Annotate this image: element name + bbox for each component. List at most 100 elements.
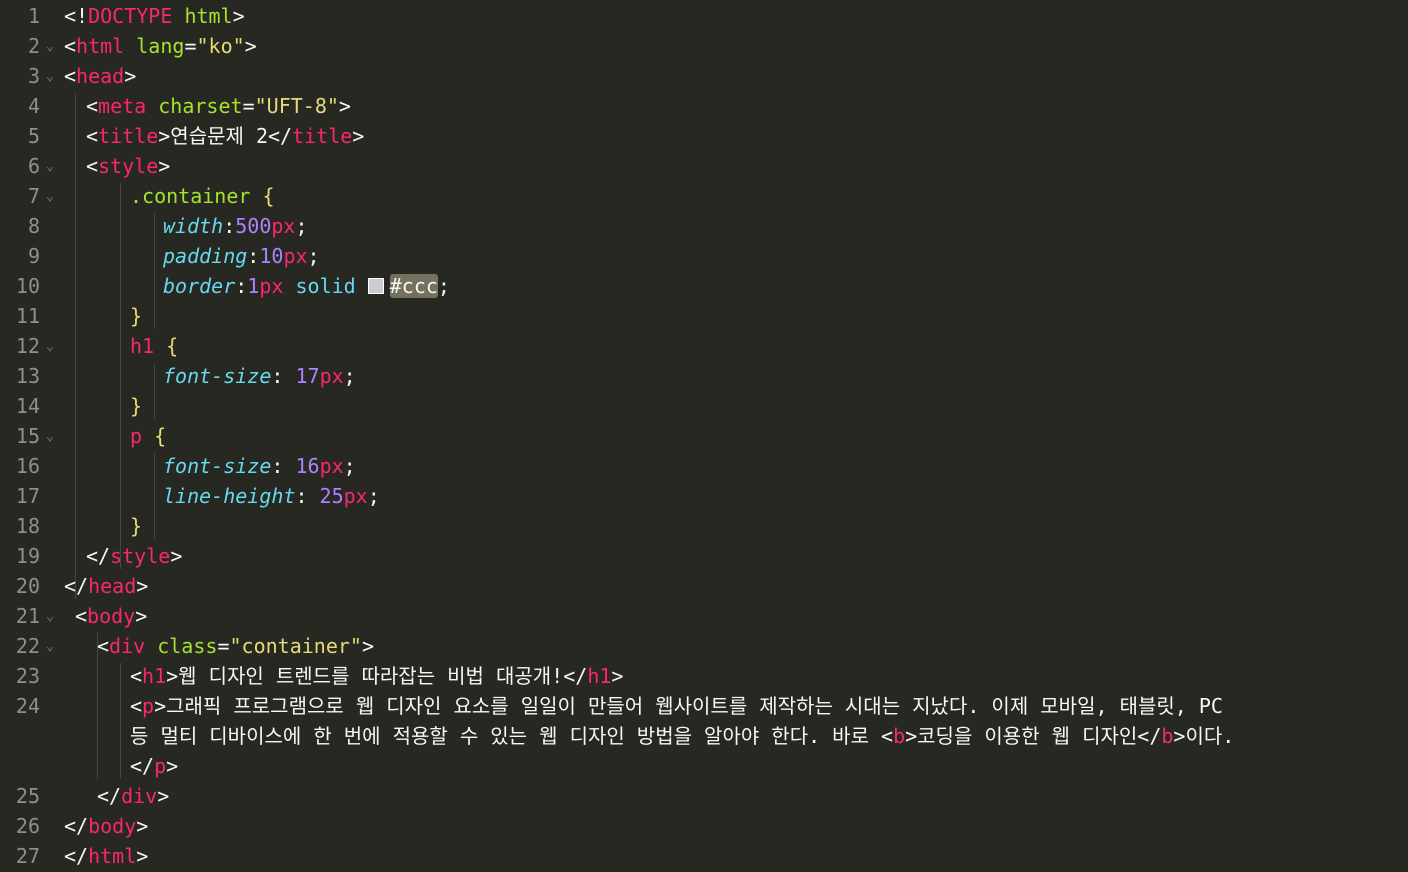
line-number: 25: [15, 784, 40, 808]
code-line[interactable]: 16 font-size: 16px;: [0, 451, 1408, 481]
code-line[interactable]: 22 ⌄ <div class="container">: [0, 631, 1408, 661]
token-attr: charset: [158, 94, 243, 118]
token-p: <: [64, 34, 77, 58]
token-p: <: [86, 124, 99, 148]
token-p: =: [184, 34, 197, 58]
line-number: 18: [15, 514, 40, 538]
code-text: <!DOCTYPE html>: [64, 1, 245, 31]
token-str: "ko": [196, 34, 245, 58]
code-line[interactable]: 26 </body>: [0, 811, 1408, 841]
code-text: <head>: [64, 61, 136, 91]
code-editor[interactable]: 1 <!DOCTYPE html> 2 ⌄ <html lang="ko"> 3 ⌄ <hea…: [0, 0, 1408, 872]
token-attr: html: [184, 4, 233, 28]
token-tag: style: [110, 544, 171, 568]
code-line[interactable]: 20 </head>: [0, 571, 1408, 601]
fold-chevron-icon[interactable]: ⌄: [42, 331, 58, 361]
color-swatch-icon[interactable]: [367, 278, 384, 294]
code-line[interactable]: 8 width:500px;: [0, 211, 1408, 241]
token-unit: px: [259, 274, 284, 298]
code-line[interactable]: 25 </div>: [0, 781, 1408, 811]
token-p: <: [86, 154, 99, 178]
token-p: >그래픽 프로그램으로 웹 디자인 요소를 일일이 만들어 웹사이트를 제작하는…: [154, 694, 1223, 718]
token-tag: div: [109, 634, 146, 658]
code-line[interactable]: 24 <p>그래픽 프로그램으로 웹 디자인 요소를 일일이 만들어 웹사이트를 …: [0, 691, 1408, 721]
code-line[interactable]: 3 ⌄ <head>: [0, 61, 1408, 91]
token-p: =: [217, 634, 230, 658]
token-tag: p: [130, 424, 143, 448]
token-unit: px: [283, 244, 308, 268]
token-p: >: [352, 124, 365, 148]
line-number: 24: [15, 694, 40, 718]
code-text: </head>: [64, 571, 148, 601]
line-number: 1: [27, 4, 40, 28]
code-line[interactable]: 7 ⌄ .container {: [0, 181, 1408, 211]
code-line[interactable]: 19 </style>: [0, 541, 1408, 571]
code-line[interactable]: 17 line-height: 25px;: [0, 481, 1408, 511]
token-unit: px: [343, 484, 368, 508]
token-brace: {: [262, 184, 275, 208]
code-line[interactable]: 15 ⌄ p {: [0, 421, 1408, 451]
token-p: >코딩을 이용한 웹 디자인</: [905, 724, 1162, 748]
token-tag: b: [1161, 724, 1174, 748]
line-number: 21: [15, 604, 40, 628]
code-line[interactable]: 10 border:1px solid #ccc;: [0, 271, 1408, 301]
token-tag: h1: [130, 334, 155, 358]
token-num: 16: [295, 454, 320, 478]
fold-chevron-icon[interactable]: ⌄: [42, 421, 58, 451]
code-text: <meta charset="UFT-8">: [86, 91, 351, 121]
token-p: [250, 184, 262, 208]
code-line[interactable]: 21 ⌄ <body>: [0, 601, 1408, 631]
token-str: "container": [229, 634, 362, 658]
token-prop: border: [163, 274, 236, 298]
fold-chevron-icon[interactable]: ⌄: [42, 61, 58, 91]
fold-chevron-icon[interactable]: ⌄: [42, 151, 58, 181]
line-number: 26: [15, 814, 40, 838]
code-line[interactable]: 11}: [0, 301, 1408, 331]
token-tag: title: [292, 124, 353, 148]
code-line[interactable]: </p>: [0, 751, 1408, 781]
token-unit: px: [319, 454, 344, 478]
token-prop: padding: [163, 244, 248, 268]
fold-chevron-icon[interactable]: ⌄: [42, 31, 58, 61]
code-text: padding:10px;: [163, 241, 320, 271]
token-p: </: [97, 784, 122, 808]
code-line[interactable]: 14}: [0, 391, 1408, 421]
code-text: <body>: [75, 601, 147, 631]
token-p: ;: [343, 364, 356, 388]
code-line[interactable]: 4 <meta charset="UFT-8">: [0, 91, 1408, 121]
token-p: >: [361, 634, 374, 658]
code-line[interactable]: 등 멀티 디바이스에 한 번에 적용할 수 있는 웹 디자인 방법을 알아야 한…: [0, 721, 1408, 751]
code-text: width:500px;: [163, 211, 308, 241]
code-line[interactable]: 6 ⌄ <style>: [0, 151, 1408, 181]
code-line[interactable]: 27 </html>: [0, 841, 1408, 871]
code-line[interactable]: 12 ⌄ h1 {: [0, 331, 1408, 361]
code-text: </style>: [86, 541, 182, 571]
line-number: 7: [27, 184, 40, 208]
code-line[interactable]: 23 <h1>웹 디자인 트렌드를 따라잡는 비법 대공개!</h1>: [0, 661, 1408, 691]
token-p: [145, 634, 157, 658]
code-line[interactable]: 1 <!DOCTYPE html>: [0, 1, 1408, 31]
token-brace: }: [130, 514, 143, 538]
token-p: >: [157, 784, 170, 808]
line-number: 20: [15, 574, 40, 598]
code-line[interactable]: 18}: [0, 511, 1408, 541]
code-line[interactable]: 13 font-size: 17px;: [0, 361, 1408, 391]
token-p: <: [75, 604, 88, 628]
token-p: :: [295, 484, 320, 508]
token-num: 10: [259, 244, 284, 268]
fold-chevron-icon[interactable]: ⌄: [42, 601, 58, 631]
line-number: 10: [15, 274, 40, 298]
line-number: 19: [15, 544, 40, 568]
fold-chevron-icon[interactable]: ⌄: [42, 631, 58, 661]
code-line[interactable]: 5 <title>연습문제 2</title>: [0, 121, 1408, 151]
token-p: >: [158, 154, 171, 178]
code-text: h1 {: [130, 331, 178, 361]
fold-chevron-icon[interactable]: ⌄: [42, 181, 58, 211]
token-p: <: [86, 94, 99, 118]
code-line[interactable]: 2 ⌄ <html lang="ko">: [0, 31, 1408, 61]
line-number: 8: [27, 214, 40, 238]
token-p: >: [338, 94, 351, 118]
line-number: 11: [15, 304, 40, 328]
code-text: </html>: [64, 841, 148, 871]
code-line[interactable]: 9 padding:10px;: [0, 241, 1408, 271]
